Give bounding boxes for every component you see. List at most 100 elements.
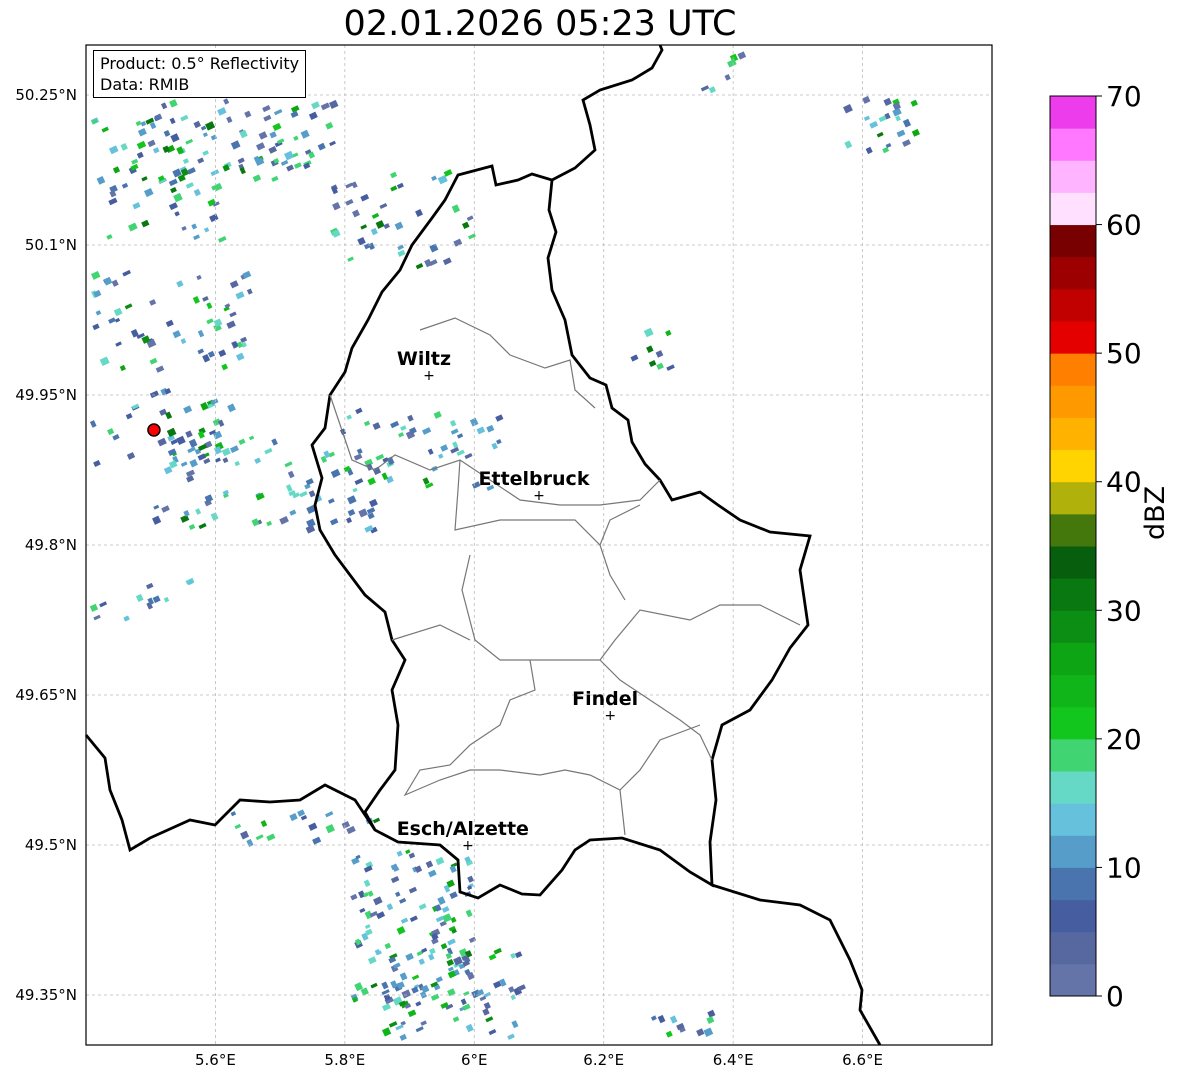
echo-cell — [186, 475, 195, 483]
lat-tick-label: 49.8°N — [25, 536, 77, 554]
echo-cell — [384, 942, 392, 950]
echo-cell — [226, 116, 233, 124]
echo-cell — [395, 1024, 404, 1031]
echo-cell — [185, 182, 194, 189]
axis-ticks: 5.6°E 5.8°E 6°E 6.2°E 6.4°E 6.6°E 50.25°N 50.1°… — [15, 86, 883, 1069]
echo-cell — [876, 131, 884, 138]
echo-cell — [188, 438, 198, 448]
echo-cell — [266, 520, 273, 527]
echo-cell — [264, 447, 273, 455]
echo-cell — [452, 1016, 460, 1023]
echo-cell — [447, 938, 456, 946]
echo-cell — [650, 1015, 657, 1021]
echo-cell — [89, 420, 97, 428]
echo-cell — [347, 495, 357, 505]
echo-cell — [882, 146, 890, 154]
colorbar-tick-label: 20 — [1106, 723, 1142, 756]
echo-cell — [388, 1021, 398, 1028]
echo-cell — [369, 498, 378, 508]
lat-tick-label: 49.5°N — [25, 836, 77, 854]
radar-map[interactable]: +Wiltz+Ettelbruck+Findel+Esch/Alzette 5.… — [0, 0, 1184, 1081]
echo-cell — [390, 420, 400, 429]
echo-cell — [93, 614, 101, 621]
echo-cell — [376, 911, 386, 920]
echo-cell — [415, 1001, 422, 1007]
echo-cell — [181, 225, 187, 231]
echo-cell — [488, 953, 497, 961]
echo-cell — [271, 438, 278, 446]
echo-cell — [240, 336, 248, 343]
luxembourg-border — [310, 164, 812, 900]
echo-cell — [218, 349, 227, 358]
echo-cell — [428, 259, 438, 267]
echo-cell — [495, 414, 504, 422]
echo-cell — [206, 302, 213, 310]
echo-cell — [89, 603, 99, 612]
echo-cell — [456, 433, 464, 439]
echo-cell — [163, 129, 171, 137]
echo-cell — [372, 466, 382, 476]
echo-cell — [496, 439, 502, 445]
echo-cell — [330, 468, 341, 478]
echo-cell — [308, 490, 316, 498]
echo-cell — [108, 145, 119, 155]
echo-cell — [123, 615, 130, 622]
echo-cell — [235, 352, 245, 361]
echo-cell — [137, 127, 147, 137]
echo-cell — [363, 879, 371, 888]
lon-tick-label: 5.8°E — [324, 1051, 365, 1069]
echo-cell — [405, 952, 414, 961]
echo-cell — [300, 129, 310, 139]
echo-cell — [399, 972, 408, 981]
echo-cell — [422, 427, 432, 435]
echo-cell — [407, 1009, 417, 1018]
echo-cell — [482, 1008, 490, 1016]
echo-cell — [400, 425, 407, 431]
echo-cell — [141, 219, 150, 228]
echo-cell — [397, 244, 404, 251]
echo-cell — [468, 233, 476, 240]
echo-cell — [379, 202, 388, 209]
echo-cell — [149, 122, 157, 130]
echo-cell — [397, 249, 406, 257]
echo-cell — [222, 457, 229, 464]
colorbar-tick-label: 10 — [1106, 851, 1142, 884]
echo-cell — [656, 362, 664, 370]
echo-cell — [196, 274, 202, 281]
echo-cell — [284, 461, 293, 468]
echo-cell — [483, 1002, 491, 1010]
echo-cell — [737, 51, 747, 60]
colorbar-segment — [1050, 321, 1096, 354]
echo-cell — [372, 422, 381, 430]
echo-cell — [437, 896, 446, 906]
echo-cell — [202, 150, 209, 156]
echo-cell — [254, 457, 262, 464]
colorbar-tick-label: 50 — [1106, 337, 1142, 370]
colorbar-tick-label: 40 — [1106, 466, 1142, 499]
echo-cell — [373, 896, 383, 906]
echo-cell — [440, 444, 449, 452]
echo-cell — [666, 364, 675, 371]
echo-cell — [895, 115, 901, 122]
echo-cell — [127, 222, 138, 232]
lon-tick-label: 6.2°E — [583, 1051, 624, 1069]
echo-cell — [485, 1016, 494, 1023]
echo-cell — [205, 121, 216, 131]
echo-cell — [180, 514, 190, 523]
echo-cell — [883, 97, 892, 107]
echo-cell — [108, 197, 118, 206]
echo-cell — [449, 865, 457, 873]
echo-cell — [149, 357, 158, 365]
echo-cell — [207, 350, 215, 358]
colorbar-segment — [1050, 899, 1096, 933]
echo-cell — [297, 809, 306, 817]
echo-cell — [124, 303, 133, 310]
echo-cell — [258, 131, 268, 140]
echo-cell — [193, 120, 202, 129]
echo-cell — [465, 909, 473, 918]
echo-cell — [108, 317, 116, 324]
echo-cell — [221, 363, 229, 371]
radar-site-marker[interactable] — [147, 423, 161, 437]
colorbar-segment — [1050, 546, 1096, 579]
echo-cell — [255, 492, 265, 501]
